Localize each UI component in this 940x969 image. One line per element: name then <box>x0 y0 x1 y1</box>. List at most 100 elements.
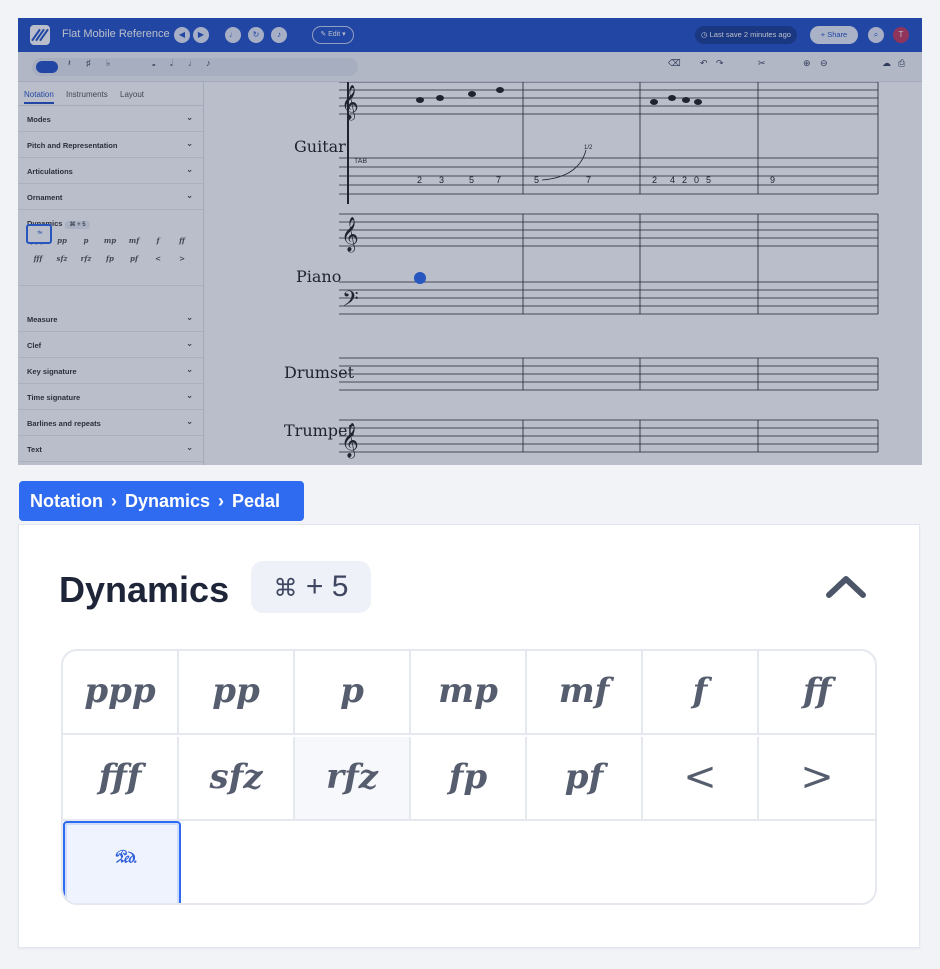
sharp-icon[interactable]: ♯ <box>86 58 91 68</box>
chevron-down-icon: ⌄ <box>186 165 193 174</box>
section-barlines[interactable]: Barlines and repeats ⌄ <box>18 410 203 436</box>
crescendo-hairpin-icon[interactable]: < <box>643 737 759 821</box>
print-icon[interactable]: ⎙ <box>898 58 905 69</box>
share-button[interactable]: + Share <box>810 26 858 44</box>
half-note-icon[interactable]: 𝅗𝅥 <box>170 58 173 69</box>
section-text[interactable]: Text ⌄ <box>18 436 203 462</box>
metronome-icon[interactable]: ♩ <box>225 27 241 43</box>
selected-pedal-marker[interactable] <box>414 272 426 284</box>
chevron-up-icon[interactable] <box>819 565 873 609</box>
mini-fff[interactable]: fff <box>26 250 50 268</box>
svg-text:2: 2 <box>682 175 687 185</box>
cut-icon[interactable]: ✂ <box>758 58 766 69</box>
svg-text:2: 2 <box>417 175 422 185</box>
instrument-label-guitar: Guitar <box>294 137 346 156</box>
dynamic-sfz[interactable]: sfz <box>179 737 295 821</box>
delete-icon[interactable]: ⌫ <box>668 58 681 69</box>
mini-rfz[interactable]: rfz <box>74 250 98 268</box>
tab-notation[interactable]: Notation <box>24 90 54 104</box>
svg-text:2: 2 <box>652 175 657 185</box>
section-modes[interactable]: Modes ⌄ <box>18 106 203 132</box>
edit-button[interactable]: ✎ Edit ▾ <box>312 26 354 44</box>
mini-f[interactable]: f <box>146 232 170 250</box>
instrument-label-trumpet: Trumpet <box>284 421 355 440</box>
dynamic-fp[interactable]: fp <box>411 737 527 821</box>
section-time-signature[interactable]: Time signature ⌄ <box>18 384 203 410</box>
chevron-down-icon: ⌄ <box>186 113 193 122</box>
decrescendo-hairpin-icon[interactable]: > <box>759 737 875 821</box>
mini-sfz[interactable]: sfz <box>50 250 74 268</box>
piano-staves <box>339 213 879 315</box>
mini-p[interactable]: p <box>74 232 98 250</box>
section-key-signature[interactable]: Key signature ⌄ <box>18 358 203 384</box>
svg-text:4: 4 <box>670 175 675 185</box>
input-mode-toggle[interactable] <box>36 61 58 73</box>
mini-pp[interactable]: pp <box>50 232 74 250</box>
dynamic-f[interactable]: f <box>643 651 759 735</box>
section-clef[interactable]: Clef ⌄ <box>18 332 203 358</box>
section-articulations[interactable]: Articulations ⌄ <box>18 158 203 184</box>
undo-icon[interactable]: ↶ <box>700 58 708 69</box>
flat-icon[interactable]: ♭ <box>106 58 110 69</box>
dynamic-p[interactable]: p <box>295 651 411 735</box>
pedal-button-selected[interactable]: 𝆮 <box>63 821 181 903</box>
panel-title: Dynamics <box>59 569 230 610</box>
treble-clef-icon: 𝄞 <box>341 217 359 253</box>
tab-layout[interactable]: Layout <box>120 90 144 99</box>
flat-logo-icon[interactable] <box>30 25 50 45</box>
dynamic-mp[interactable]: mp <box>411 651 527 735</box>
chevron-down-icon: ⌄ <box>186 139 193 148</box>
guitar-tab-frets: 2357 57 24205 9 1/2 <box>417 145 775 185</box>
instrument-label-piano: Piano <box>296 267 341 286</box>
loop-icon[interactable]: ↻ <box>248 27 264 43</box>
redo-icon[interactable]: ↷ <box>716 58 724 69</box>
eighth-note-icon[interactable]: ♪ <box>206 58 211 68</box>
mini-fp[interactable]: fp <box>98 250 122 268</box>
score-canvas[interactable]: 𝄞 Guitar TAB 2357 57 24205 9 1/2 𝄞 𝄢 Pia… <box>224 82 922 465</box>
volume-icon[interactable]: ♪ <box>271 27 287 43</box>
whole-note-icon[interactable]: 𝅝 <box>152 58 156 69</box>
avatar[interactable]: T <box>893 27 909 43</box>
dynamic-fff[interactable]: fff <box>63 737 179 821</box>
svg-text:5: 5 <box>469 175 474 185</box>
keyboard-shortcut-badge: ⌘ + 5 <box>251 561 371 613</box>
mini-crescendo[interactable]: < <box>146 250 170 268</box>
mini-mf[interactable]: mf <box>122 232 146 250</box>
mini-pedal-selected[interactable]: 𝆮 <box>26 224 52 244</box>
dynamics-shortcut: ⌘ + 5 <box>65 221 90 229</box>
svg-text:7: 7 <box>586 175 591 185</box>
breadcrumb-notation[interactable]: Notation <box>30 491 103 511</box>
dynamic-pp[interactable]: pp <box>179 651 295 735</box>
dynamic-pf[interactable]: pf <box>527 737 643 821</box>
last-save-status: ◷ Last save 2 minutes ago <box>695 26 797 44</box>
section-ornament[interactable]: Ornament ⌄ <box>18 184 203 210</box>
svg-text:5: 5 <box>706 175 711 185</box>
breadcrumb-separator: › <box>218 491 225 511</box>
section-pitch[interactable]: Pitch and Representation ⌄ <box>18 132 203 158</box>
breadcrumb-dynamics[interactable]: Dynamics <box>125 491 210 511</box>
zoom-in-icon[interactable]: ⊕ <box>803 58 811 69</box>
mini-ff[interactable]: ff <box>170 232 194 250</box>
svg-text:3: 3 <box>439 175 444 185</box>
mini-decrescendo[interactable]: > <box>170 250 194 268</box>
dynamic-mf[interactable]: mf <box>527 651 643 735</box>
bass-clef-icon: 𝄢 <box>342 287 359 317</box>
instrument-label-drumset: Drumset <box>284 363 355 382</box>
mini-pf[interactable]: pf <box>122 250 146 268</box>
dynamic-rfz[interactable]: rfz <box>295 737 411 821</box>
tab-instruments[interactable]: Instruments <box>66 90 108 99</box>
dynamic-ppp[interactable]: ppp <box>63 651 179 735</box>
search-icon[interactable]: ⌕ <box>868 27 884 43</box>
svg-text:5: 5 <box>534 175 539 185</box>
dynamic-ff[interactable]: ff <box>759 651 875 735</box>
cloud-icon[interactable]: ☁ <box>882 58 891 69</box>
svg-text:1/2: 1/2 <box>584 145 593 151</box>
play-icon[interactable]: ▶ <box>193 27 209 43</box>
zoom-out-icon[interactable]: ⊖ <box>820 58 828 69</box>
rest-icon[interactable]: 𝄽 <box>68 58 71 69</box>
score-svg: 𝄞 Guitar TAB 2357 57 24205 9 1/2 𝄞 𝄢 Pia… <box>284 82 879 459</box>
mini-mp[interactable]: mp <box>98 232 122 250</box>
section-measure[interactable]: Measure ⌄ <box>18 306 203 332</box>
rewind-icon[interactable]: ◀ <box>174 27 190 43</box>
quarter-note-icon[interactable]: ♩ <box>188 58 197 68</box>
